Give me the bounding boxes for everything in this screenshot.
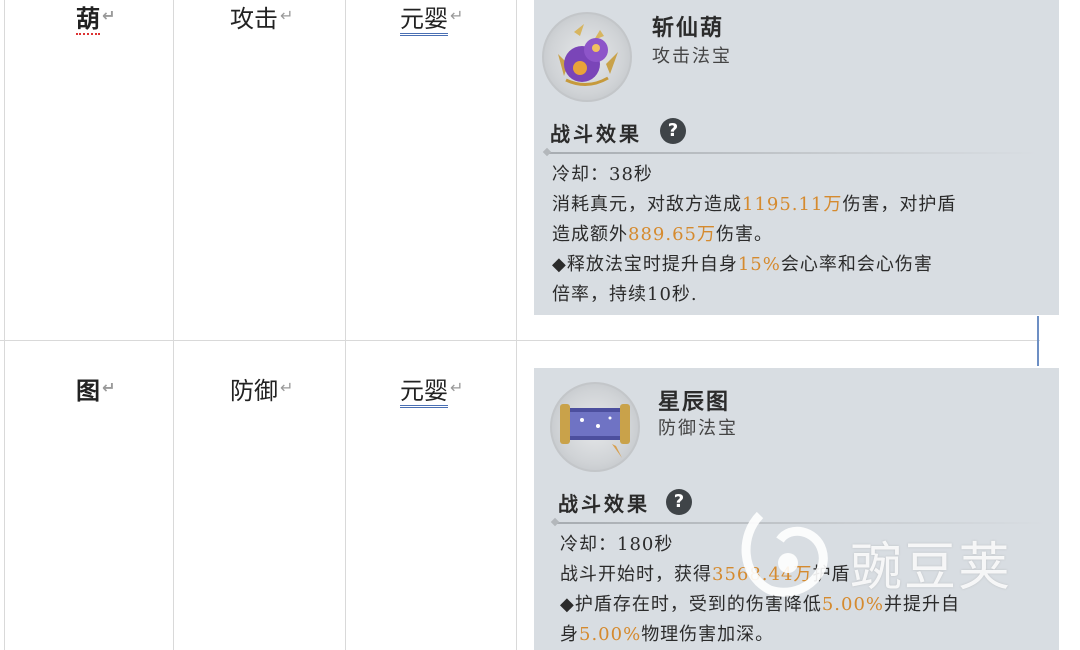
paragraph-mark-icon: ↵	[102, 6, 116, 25]
category-text: 攻击	[230, 5, 278, 33]
highlight-value: 5.00%	[821, 594, 885, 615]
treasure-card: 星辰图 防御法宝 战斗效果 ? 冷却：180秒 战斗开始时，获得3568.44万…	[534, 368, 1059, 650]
table-selection-edge	[1037, 316, 1039, 366]
category-text: 防御	[230, 377, 278, 405]
table-cell-realm[interactable]: 元婴 ↵	[400, 372, 464, 408]
highlight-value: 5.00%	[579, 624, 642, 645]
cooldown-text: 冷却：38秒	[552, 164, 653, 185]
effect-line: 战斗开始时，获得3568.44万护盾	[560, 564, 851, 585]
paragraph-mark-icon: ↵	[280, 6, 294, 25]
treasure-card: 斩仙葫 攻击法宝 战斗效果 ? 冷却：38秒 消耗真元，对敌方造成1195.11…	[534, 0, 1059, 315]
table-cell-category[interactable]: 攻击 ↵	[230, 0, 293, 35]
cooldown-text: 冷却：180秒	[560, 534, 674, 555]
effect-line: ◆释放法宝时提升自身15%会心率和会心伤害	[552, 254, 933, 275]
help-icon[interactable]: ?	[666, 489, 692, 515]
effect-line: 倍率，持续10秒.	[552, 284, 698, 305]
table-column-divider	[345, 0, 346, 650]
treasure-type: 防御法宝	[658, 418, 738, 439]
highlight-value: 15%	[737, 254, 781, 275]
treasure-icon-frame	[542, 12, 632, 102]
section-title: 战斗效果	[558, 492, 650, 516]
highlight-value: 889.65万	[628, 224, 716, 245]
highlight-value: 3568.44万	[712, 564, 813, 585]
help-icon[interactable]: ?	[660, 118, 686, 144]
paragraph-mark-icon: ↵	[102, 378, 116, 397]
table-border-left	[4, 0, 5, 650]
effect-line: 消耗真元，对敌方造成1195.11万伤害，对护盾	[552, 194, 957, 215]
paragraph-mark-icon: ↵	[280, 378, 294, 397]
table-row-divider	[0, 340, 1040, 341]
table-cell-category[interactable]: 防御 ↵	[230, 372, 293, 407]
treasure-icon-frame	[550, 382, 640, 472]
treasure-name: 斩仙葫	[652, 15, 725, 41]
effect-line: 造成额外889.65万伤害。	[552, 224, 773, 245]
paragraph-mark-icon: ↵	[450, 378, 464, 397]
effect-line: 身5.00%物理伤害加深。	[560, 624, 775, 645]
table-cell-name[interactable]: 图 ↵	[76, 372, 115, 407]
paragraph-mark-icon: ↵	[450, 6, 464, 25]
realm-text: 元婴	[400, 377, 448, 408]
section-divider	[556, 522, 1046, 524]
name-text: 图	[76, 377, 100, 405]
highlight-value: 1195.11万	[742, 194, 843, 215]
realm-text: 元婴	[400, 5, 448, 36]
treasure-type: 攻击法宝	[652, 46, 732, 67]
section-divider	[548, 152, 1038, 154]
gourd-icon	[558, 24, 618, 86]
table-column-divider	[516, 0, 517, 650]
spellcheck-word: 葫	[76, 5, 100, 35]
treasure-name: 星辰图	[658, 389, 731, 415]
table-cell-name[interactable]: 葫 ↵	[76, 0, 115, 35]
table-column-divider	[173, 0, 174, 650]
effect-line: ◆护盾存在时，受到的伤害降低5.00%并提升自	[560, 594, 961, 615]
section-title: 战斗效果	[550, 122, 642, 146]
star-scroll-icon	[560, 404, 630, 458]
table-cell-realm[interactable]: 元婴 ↵	[400, 0, 464, 36]
